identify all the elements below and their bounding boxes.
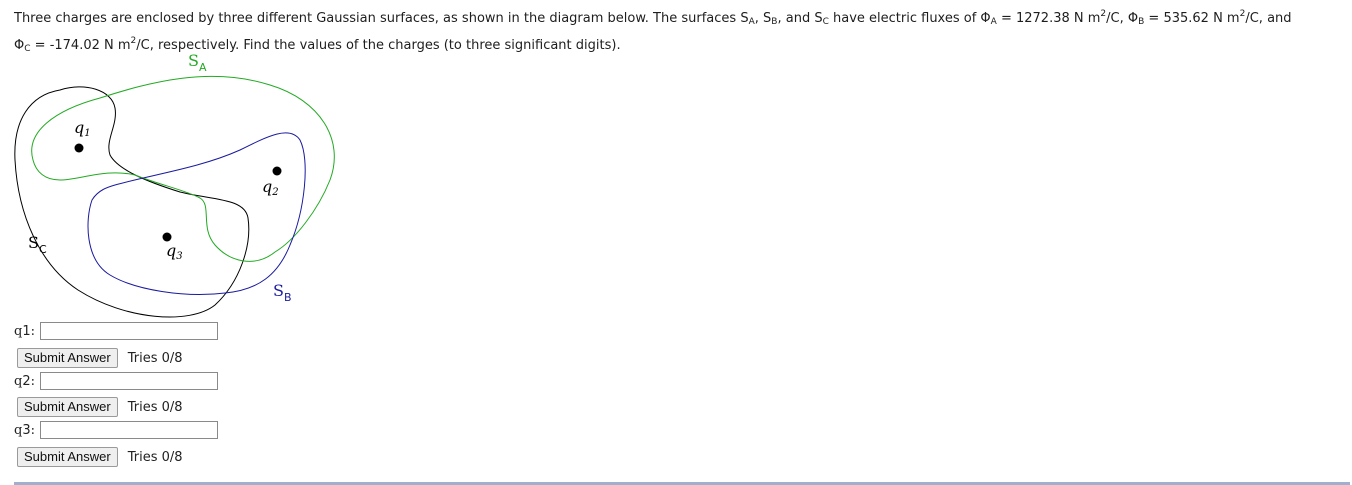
q2-tries: Tries 0/8 bbox=[127, 399, 183, 415]
label-SC: SC bbox=[28, 233, 47, 256]
q3-answer-input[interactable] bbox=[40, 421, 218, 439]
q1-submit-button[interactable]: Submit Answer bbox=[17, 348, 118, 368]
label-SA: SA bbox=[188, 51, 207, 74]
phi-B-unit: /C, and bbox=[1245, 11, 1292, 26]
label-q1: q1 bbox=[74, 118, 91, 139]
problem-sep-1: , S bbox=[754, 11, 772, 26]
problem-text-2: have electric fluxes of Φ bbox=[828, 11, 991, 26]
submit-row-q3: Submit Answer Tries 0/8 bbox=[17, 447, 183, 467]
label-SB: SB bbox=[273, 281, 292, 304]
submit-row-q2: Submit Answer Tries 0/8 bbox=[17, 397, 183, 417]
q2-submit-button[interactable]: Submit Answer bbox=[17, 397, 118, 417]
q1-label: q1: bbox=[14, 323, 35, 339]
surface-B-curve bbox=[87, 132, 306, 295]
gaussian-surfaces-diagram: q1 q2 q3 SA SB SC bbox=[14, 51, 335, 318]
answer-row-q2: q2: bbox=[14, 372, 218, 390]
charge-q2-dot bbox=[272, 166, 282, 176]
phi-A-value: = 1272.38 N m bbox=[996, 11, 1101, 26]
q3-label: q3: bbox=[14, 422, 35, 438]
problem-text-1: Three charges are enclosed by three diff… bbox=[14, 11, 749, 26]
q3-tries: Tries 0/8 bbox=[127, 449, 183, 465]
phi-A-unit: /C, Φ bbox=[1106, 11, 1139, 26]
q2-answer-input[interactable] bbox=[40, 372, 218, 390]
answer-row-q3: q3: bbox=[14, 421, 218, 439]
q1-tries: Tries 0/8 bbox=[127, 350, 183, 366]
label-q2: q2 bbox=[262, 177, 279, 198]
label-q3: q3 bbox=[166, 241, 183, 262]
answer-row-q1: q1: bbox=[14, 322, 218, 340]
q2-label: q2: bbox=[14, 373, 35, 389]
charge-q1-dot bbox=[74, 143, 84, 153]
q1-answer-input[interactable] bbox=[40, 322, 218, 340]
phi-B-value: = 535.62 N m bbox=[1144, 11, 1240, 26]
surface-C-curve bbox=[14, 86, 250, 318]
submit-row-q1: Submit Answer Tries 0/8 bbox=[17, 348, 183, 368]
q3-submit-button[interactable]: Submit Answer bbox=[17, 447, 118, 467]
problem-sep-2: , and S bbox=[777, 11, 823, 26]
